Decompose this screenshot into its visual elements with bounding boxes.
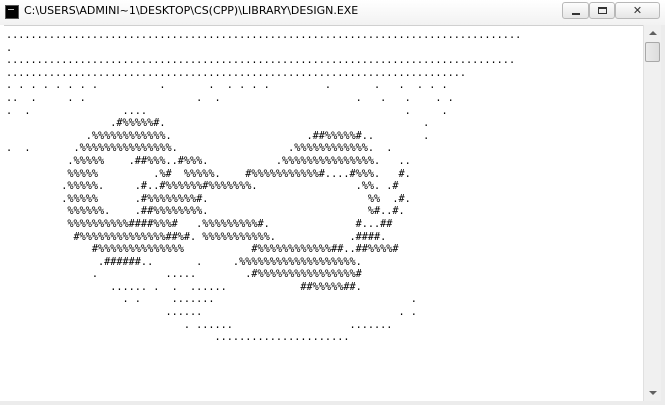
console-window: C:\USERS\ADMINI~1\DESKTOP\CS(CPP)\LIBRAR…: [0, 0, 665, 405]
window-title: C:\USERS\ADMINI~1\DESKTOP\CS(CPP)\LIBRAR…: [24, 4, 359, 17]
maximize-icon: [597, 7, 607, 14]
maximize-button[interactable]: [589, 2, 615, 19]
window-frame-right: [661, 25, 665, 405]
scrollbar-thumb[interactable]: [645, 42, 660, 62]
title-bar[interactable]: C:\USERS\ADMINI~1\DESKTOP\CS(CPP)\LIBRAR…: [0, 0, 665, 25]
arrow-down-icon: [649, 391, 657, 395]
window-frame-bottom: [0, 401, 665, 405]
console-output-area[interactable]: ........................................…: [4, 25, 643, 402]
close-icon: ✕: [632, 4, 643, 17]
vertical-scrollbar[interactable]: [643, 25, 661, 401]
close-button[interactable]: ✕: [615, 2, 660, 19]
scroll-down-button[interactable]: [645, 385, 661, 401]
scroll-up-button[interactable]: [645, 25, 661, 41]
console-text: ........................................…: [6, 30, 522, 344]
minimize-button[interactable]: [562, 2, 589, 19]
arrow-up-icon: [649, 31, 657, 35]
minimize-icon: [571, 12, 580, 15]
console-app-icon[interactable]: [5, 5, 19, 19]
